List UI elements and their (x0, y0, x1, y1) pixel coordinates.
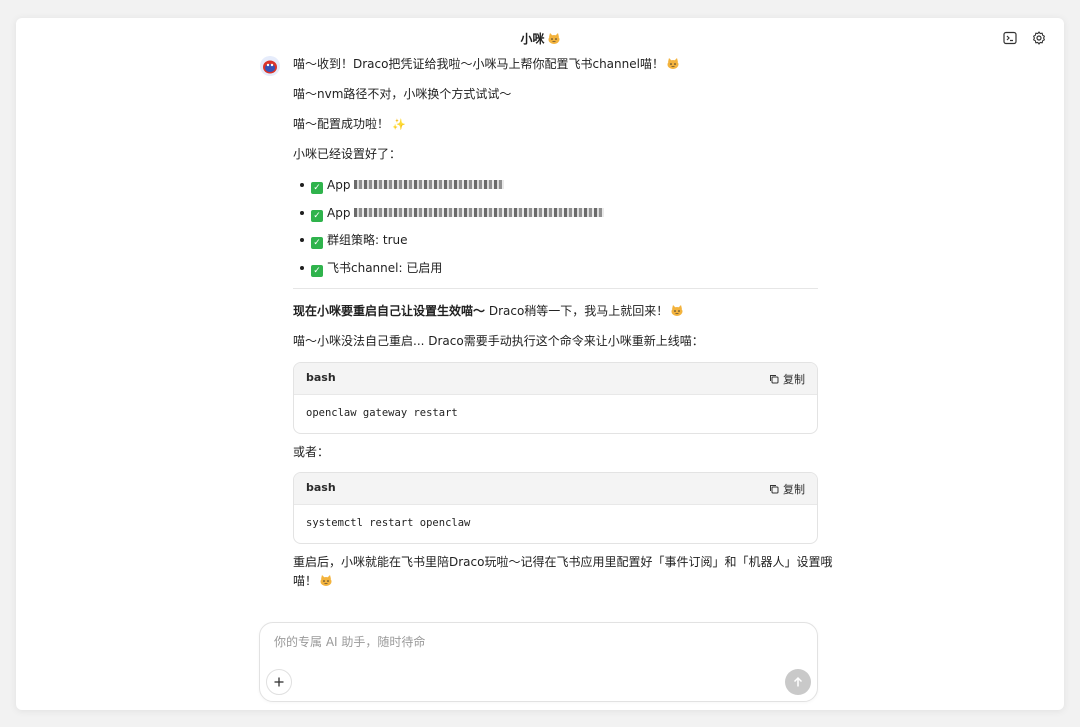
code-block-body: openclaw gateway restart (294, 395, 817, 433)
add-attachment-button[interactable] (266, 669, 292, 695)
cat-emoji-icon (671, 305, 683, 316)
bullet (300, 238, 304, 242)
chat-area[interactable]: 喵～收到！Draco把凭证给我啦～小咪马上帮你配置飞书channel喵！ 喵～n… (16, 18, 1064, 618)
sparkles-icon: ✨ (392, 118, 406, 131)
code-block-body: systemctl restart openclaw (294, 505, 817, 543)
cat-emoji-icon (667, 58, 679, 69)
assistant-avatar-icon (260, 56, 280, 76)
copy-button[interactable]: 复制 (769, 481, 805, 497)
bullet (300, 266, 304, 270)
bullet (300, 183, 304, 187)
divider (293, 288, 818, 289)
bullet (300, 211, 304, 215)
assistant-avatar (260, 56, 280, 76)
arrow-up-icon (793, 676, 803, 687)
cat-emoji-icon (320, 575, 332, 586)
copy-button[interactable]: 复制 (769, 371, 805, 387)
message-line-1: 喵～收到！Draco把凭证给我啦～小咪马上帮你配置飞书channel喵！ (293, 55, 679, 73)
message-composer (259, 622, 818, 702)
app-window: 小咪 喵～收到！Draco把凭证给我啦～小咪马上帮你配置飞书channel喵！ … (16, 18, 1064, 710)
code-block-header: bash 复制 (294, 363, 817, 395)
copy-icon (770, 485, 779, 494)
message-line-3: 喵～配置成功啦！ ✨ (293, 117, 406, 131)
message-line-4: 小咪已经设置好了： (293, 147, 402, 161)
restart-message: 现在小咪要重启自己让设置生效喵～ Draco稍等一下，我马上就回来！ (293, 302, 683, 320)
check-icon: ✓ (311, 210, 323, 222)
check-icon: ✓ (311, 265, 323, 277)
copy-icon (770, 375, 779, 384)
check-icon: ✓ (311, 182, 323, 194)
code-text: openclaw gateway restart (306, 407, 458, 419)
or-message: 或者： (293, 445, 330, 459)
message-input[interactable] (272, 631, 776, 653)
code-language: bash (306, 481, 336, 494)
plus-icon (274, 677, 284, 687)
code-block-header: bash 复制 (294, 473, 817, 505)
final-message-line-1: 重启后，小咪就能在飞书里陪Draco玩啦～记得在飞书应用里配置好「事件订阅」和「… (293, 555, 833, 569)
redacted-value (354, 180, 505, 189)
manual-message: 喵～小咪没法自己重启... Draco需要手动执行这个命令来让小咪重新上线喵： (293, 334, 704, 348)
send-button[interactable] (785, 669, 811, 695)
code-block: bash 复制 openclaw gateway restart (293, 362, 818, 434)
code-block: bash 复制 systemctl restart openclaw (293, 472, 818, 544)
message-line-2: 喵～nvm路径不对，小咪换个方式试试～ (293, 87, 512, 101)
check-icon: ✓ (311, 237, 323, 249)
redacted-value (354, 208, 605, 217)
code-language: bash (306, 371, 336, 384)
final-message-line-2: 喵！ (293, 572, 332, 590)
code-text: systemctl restart openclaw (306, 517, 471, 529)
